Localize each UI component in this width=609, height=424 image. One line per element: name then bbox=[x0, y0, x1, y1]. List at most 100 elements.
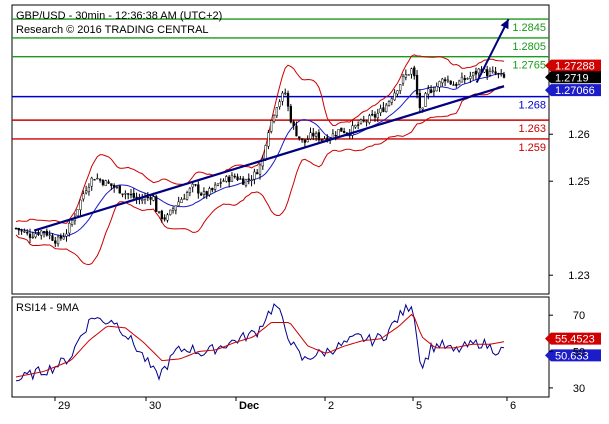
candle-body bbox=[410, 68, 413, 75]
candle-body bbox=[312, 132, 315, 137]
candle-body bbox=[14, 227, 18, 230]
candle-body bbox=[306, 139, 309, 143]
candle-body bbox=[20, 230, 23, 232]
candle-body bbox=[96, 177, 99, 180]
candle-body bbox=[438, 81, 441, 88]
rsi-value-tag-label: 55.4523 bbox=[555, 334, 595, 346]
candle-body bbox=[337, 129, 340, 138]
candle-body bbox=[429, 89, 433, 93]
candle-body bbox=[205, 191, 208, 196]
candle-body bbox=[452, 84, 455, 86]
candle-body bbox=[40, 230, 43, 236]
candle-body bbox=[264, 145, 267, 160]
candle-body bbox=[34, 233, 37, 238]
candle-body bbox=[211, 188, 214, 191]
candle-body bbox=[56, 236, 60, 245]
candle-body bbox=[272, 114, 276, 122]
candle-body bbox=[174, 205, 178, 211]
candle-body bbox=[357, 124, 360, 126]
candle-body bbox=[68, 223, 71, 234]
candle-body bbox=[93, 179, 96, 181]
candle-body bbox=[385, 104, 388, 112]
level-label-support: 1.263 bbox=[518, 123, 546, 135]
candle-body bbox=[286, 92, 290, 107]
candle-body bbox=[317, 132, 321, 141]
candle-body bbox=[163, 217, 166, 220]
candle-body bbox=[225, 176, 228, 182]
candle-body bbox=[309, 132, 312, 140]
candle-body bbox=[469, 76, 472, 79]
candle-body bbox=[239, 178, 242, 180]
candle-body bbox=[298, 136, 301, 139]
candle-body bbox=[379, 108, 382, 113]
candle-body bbox=[141, 199, 144, 202]
candle-body bbox=[435, 86, 438, 92]
candle-body bbox=[28, 233, 32, 238]
candle-body bbox=[90, 177, 93, 187]
candle-body bbox=[98, 179, 102, 181]
candle-body bbox=[171, 208, 175, 212]
y-tick-label: 1.26 bbox=[568, 129, 589, 141]
candle-body bbox=[146, 196, 149, 199]
candle-body bbox=[82, 193, 85, 200]
candle-body bbox=[427, 88, 430, 95]
candle-body bbox=[121, 193, 124, 195]
price-panel: 1.2845 1.2805 1.2765 1.268 1.263 1.259 1.2728… bbox=[11, 4, 601, 295]
candle-body bbox=[208, 188, 211, 196]
x-tick-label: 29 bbox=[58, 400, 70, 412]
candle-body bbox=[258, 164, 262, 175]
candle-body bbox=[188, 188, 192, 193]
candle-body bbox=[115, 186, 119, 189]
candle-body bbox=[368, 115, 371, 123]
candle-body bbox=[26, 232, 29, 234]
candle-body bbox=[455, 83, 458, 86]
candle-body bbox=[213, 184, 217, 190]
candle-body bbox=[169, 209, 172, 215]
price-y-ticks: 1.23 1.25 1.26 bbox=[549, 129, 590, 282]
candle-body bbox=[199, 193, 203, 196]
candle-body bbox=[387, 101, 391, 107]
candle-body bbox=[157, 211, 161, 213]
candle-body bbox=[48, 234, 51, 236]
candle-body bbox=[256, 172, 259, 175]
candle-body bbox=[233, 175, 236, 178]
candle-body bbox=[362, 120, 365, 122]
rsi-y-tick-label: 30 bbox=[573, 383, 585, 395]
candle-body bbox=[84, 190, 88, 194]
candle-body bbox=[365, 121, 368, 123]
level-label-resistance: 1.2845 bbox=[512, 22, 546, 34]
candle-body bbox=[382, 107, 385, 112]
candle-body bbox=[160, 210, 163, 220]
price-tag-label: 1.2719 bbox=[555, 72, 589, 84]
candle-body bbox=[62, 236, 65, 240]
chart-title: GBP/USD - 30min - 12:36:38 AM (UTC+2) bbox=[16, 10, 222, 22]
level-label-resistance: 1.2805 bbox=[512, 41, 546, 53]
candle-body bbox=[404, 74, 407, 78]
candle-body bbox=[59, 235, 63, 239]
candle-body bbox=[359, 119, 363, 124]
candle-body bbox=[132, 193, 135, 198]
candle-body bbox=[443, 79, 447, 82]
chart-canvas: 1.2845 1.2805 1.2765 1.268 1.263 1.259 1.2728… bbox=[11, 4, 601, 412]
x-tick-label: 5 bbox=[416, 400, 422, 412]
candle-body bbox=[227, 176, 231, 183]
candle-body bbox=[289, 106, 293, 123]
candle-body bbox=[281, 92, 284, 102]
candle-body bbox=[177, 201, 180, 206]
candle-body bbox=[314, 133, 318, 137]
candle-body bbox=[460, 76, 464, 83]
candle-body bbox=[183, 198, 186, 200]
x-tick-label: 2 bbox=[328, 400, 334, 412]
candle-body bbox=[107, 181, 110, 184]
candle-body bbox=[502, 74, 506, 78]
candle-body bbox=[491, 70, 494, 72]
level-label-support: 1.259 bbox=[518, 142, 546, 154]
candle-body bbox=[278, 101, 281, 107]
candle-body bbox=[17, 228, 20, 231]
x-tick-label: 6 bbox=[510, 400, 516, 412]
candle-body bbox=[222, 180, 225, 182]
candle-body bbox=[486, 69, 489, 77]
price-tag-label: 1.27066 bbox=[555, 85, 595, 97]
candle-body bbox=[247, 178, 250, 180]
candle-body bbox=[424, 93, 427, 107]
